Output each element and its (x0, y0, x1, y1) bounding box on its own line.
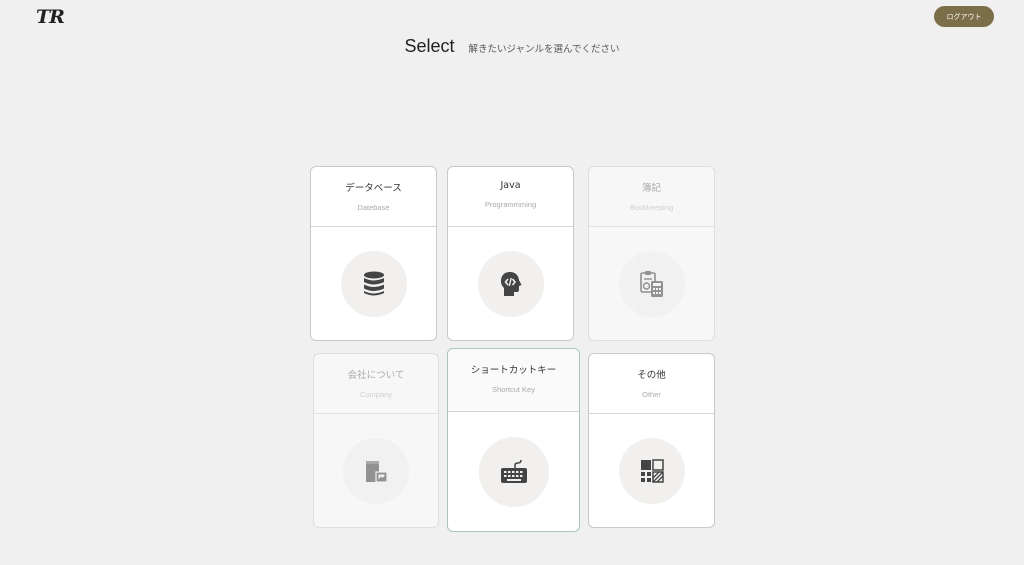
genre-icon-circle (477, 250, 544, 317)
page-subtitle: 解きたいジャンルを選んでください (468, 44, 620, 55)
logout-button[interactable]: ログアウト (934, 6, 994, 27)
genre-card-company[interactable]: 会社について Company (313, 353, 439, 528)
genre-icon-circle (343, 437, 409, 504)
genre-card-java[interactable]: Java Programmming (447, 166, 574, 341)
genre-card-header: Java Programmming (448, 167, 573, 227)
genre-card-database[interactable]: データベース Datebase (310, 166, 437, 341)
logo[interactable]: TR (36, 6, 65, 28)
company-building-icon (366, 460, 388, 483)
genre-name-en: Company (359, 390, 393, 399)
genre-name-en: Programmming (484, 200, 537, 209)
bookkeeping-calculator-icon (639, 270, 663, 297)
genre-card-header: 会社について Company (314, 354, 438, 414)
genre-name: 会社について (347, 370, 405, 381)
genre-name: Java (500, 180, 521, 191)
genre-icon-circle (340, 250, 407, 317)
genre-card-header: データベース Datebase (311, 167, 436, 227)
genre-card-shortcut-key[interactable]: ショートカットキー Shortcut Key (447, 348, 580, 532)
genre-icon-circle (618, 250, 685, 317)
genre-name-en: Shortcut Key (492, 385, 535, 394)
genre-card-header: 簿記 Bookkeeping (589, 167, 714, 227)
genre-card-bookkeeping[interactable]: 簿記 Bookkeeping (588, 166, 715, 341)
genre-icon-circle (478, 436, 549, 507)
genre-name: 簿記 (641, 183, 661, 194)
genre-name: データベース (345, 183, 402, 194)
database-icon (363, 271, 384, 295)
genre-name-en: Other (642, 390, 661, 399)
genre-card-header: ショートカットキー Shortcut Key (448, 349, 579, 412)
java-code-head-icon (500, 271, 521, 296)
genre-icon-circle (618, 437, 685, 504)
genre-card-other[interactable]: その他 Other (588, 353, 715, 528)
genre-name-en: Datebase (357, 203, 390, 212)
genre-name: ショートカットキー (470, 365, 557, 376)
genre-name-en: Bookkeeping (629, 203, 674, 212)
other-grid-icon (640, 458, 664, 483)
page-title: Select (404, 36, 455, 56)
genre-card-header: その他 Other (589, 354, 714, 414)
page-header: Select 解きたいジャンルを選んでください (0, 36, 1024, 57)
genre-name: その他 (637, 370, 666, 381)
keyboard-icon (500, 459, 527, 483)
